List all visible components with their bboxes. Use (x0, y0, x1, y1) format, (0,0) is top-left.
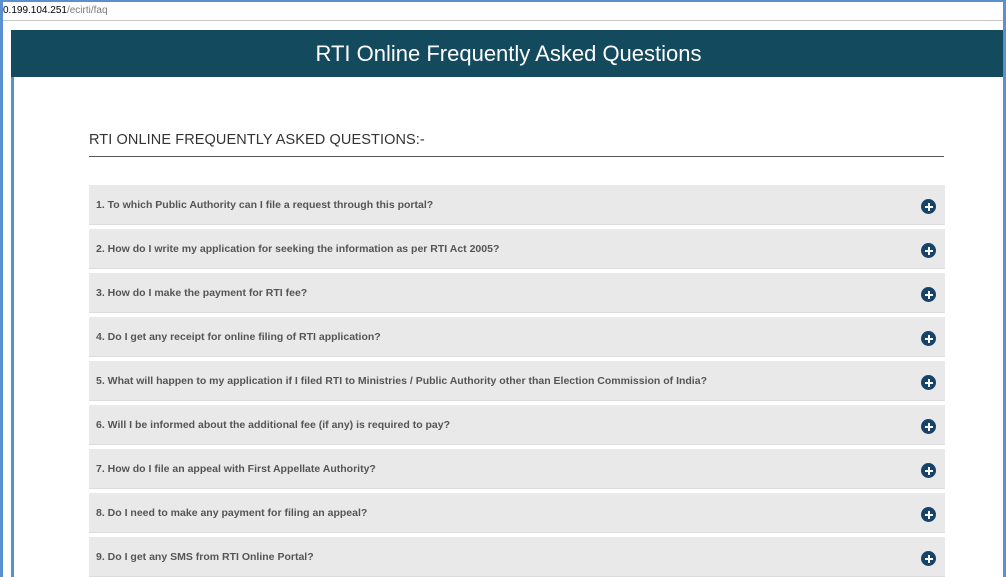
faq-item-5[interactable]: 5. What will happen to my application if… (89, 361, 945, 401)
faq-question[interactable]: 7. How do I file an appeal with First Ap… (96, 449, 376, 489)
faq-item-9[interactable]: 9. Do I get any SMS from RTI Online Port… (89, 537, 945, 577)
url-path: /ecirti/faq (66, 5, 108, 16)
faq-question[interactable]: 9. Do I get any SMS from RTI Online Port… (96, 537, 314, 577)
page-header: RTI Online Frequently Asked Questions (11, 30, 1006, 77)
plus-circle-icon[interactable] (921, 331, 936, 346)
url-host: 0.199.104.251 (3, 5, 67, 16)
plus-circle-icon[interactable] (921, 507, 936, 522)
faq-question[interactable]: 8. Do I need to make any payment for fil… (96, 493, 367, 533)
faq-item-6[interactable]: 6. Will I be informed about the addition… (89, 405, 945, 445)
plus-circle-icon[interactable] (921, 551, 936, 566)
faq-question[interactable]: 1. To which Public Authority can I file … (96, 185, 433, 225)
faq-item-2[interactable]: 2. How do I write my application for see… (89, 229, 945, 269)
faq-question[interactable]: 4. Do I get any receipt for online filin… (96, 317, 381, 357)
section-heading: RTI ONLINE FREQUENTLY ASKED QUESTIONS:- (89, 132, 944, 157)
browser-window: 0.199.104.251/ecirti/faq RTI Online Freq… (0, 0, 1006, 577)
faq-question[interactable]: 6. Will I be informed about the addition… (96, 405, 450, 445)
faq-item-1[interactable]: 1. To which Public Authority can I file … (89, 185, 945, 225)
plus-circle-icon[interactable] (921, 375, 936, 390)
address-bar[interactable]: 0.199.104.251/ecirti/faq (3, 2, 1006, 21)
plus-circle-icon[interactable] (921, 287, 936, 302)
plus-circle-icon[interactable] (921, 419, 936, 434)
faq-question[interactable]: 3. How do I make the payment for RTI fee… (96, 273, 307, 313)
faq-question[interactable]: 2. How do I write my application for see… (96, 229, 499, 269)
faq-item-4[interactable]: 4. Do I get any receipt for online filin… (89, 317, 945, 357)
faq-item-7[interactable]: 7. How do I file an appeal with First Ap… (89, 449, 945, 489)
plus-circle-icon[interactable] (921, 199, 936, 214)
left-accent-stripe (11, 77, 14, 577)
plus-circle-icon[interactable] (921, 463, 936, 478)
faq-list: 1. To which Public Authority can I file … (89, 185, 945, 577)
page-title: RTI Online Frequently Asked Questions (315, 41, 702, 66)
faq-question[interactable]: 5. What will happen to my application if… (96, 361, 707, 401)
faq-item-8[interactable]: 8. Do I need to make any payment for fil… (89, 493, 945, 533)
plus-circle-icon[interactable] (921, 243, 936, 258)
faq-item-3[interactable]: 3. How do I make the payment for RTI fee… (89, 273, 945, 313)
